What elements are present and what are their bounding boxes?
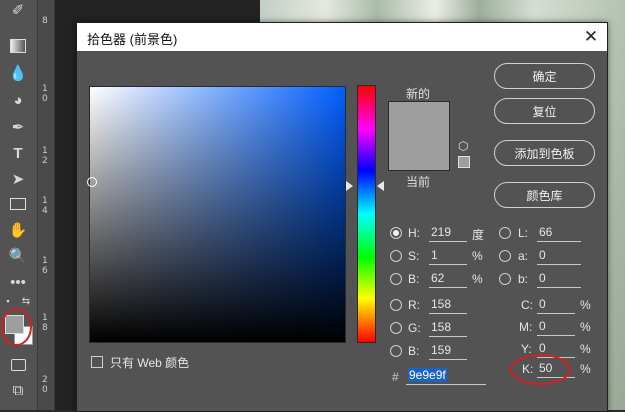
swap-colors-icon[interactable]: ⇆ xyxy=(20,296,32,307)
add-to-swatches-button[interactable]: 添加到色板 xyxy=(494,140,595,166)
web-safe-swatch-icon[interactable] xyxy=(458,156,470,168)
radio-a[interactable] xyxy=(499,250,511,262)
label-s: S: xyxy=(408,249,420,263)
unit-b: % xyxy=(472,272,483,286)
label-l: L: xyxy=(518,226,529,240)
radio-r[interactable] xyxy=(390,299,402,311)
unit-y: % xyxy=(580,342,591,356)
input-b[interactable]: 62 xyxy=(429,271,467,288)
hue-slider[interactable] xyxy=(357,85,376,343)
current-color-swatch[interactable] xyxy=(389,136,449,170)
ruler-number: 1 4 xyxy=(42,196,48,216)
unit-s: % xyxy=(472,249,483,263)
radio-b-lab[interactable] xyxy=(499,273,511,285)
label-g: G: xyxy=(408,321,421,335)
ruler-number: 1 0 xyxy=(42,84,48,104)
path-selection-tool-icon[interactable]: ➤ xyxy=(6,169,30,189)
input-c[interactable]: 0 xyxy=(537,297,575,314)
annotation-circle-foreground xyxy=(1,308,32,346)
only-web-colors-label: 只有 Web 颜色 xyxy=(110,356,190,370)
unit-c: % xyxy=(580,298,591,312)
tools-panel: ✐ 💧 ◕ ✒ T ➤ ✋ 🔍 ••• ▪ ⇆ ⧉ xyxy=(0,0,38,410)
dialog-titlebar[interactable]: 拾色器 (前景色) ✕ xyxy=(77,23,607,51)
input-m[interactable]: 0 xyxy=(537,319,575,336)
annotation-circle-k xyxy=(510,354,571,385)
hex-input[interactable]: 9e9e9f xyxy=(406,368,486,385)
input-g[interactable]: 158 xyxy=(429,320,467,337)
zoom-tool-icon[interactable]: 🔍 xyxy=(6,246,30,266)
ruler-number: 1 2 xyxy=(42,146,48,166)
quick-mask-icon[interactable] xyxy=(6,355,30,375)
pen-tool-icon[interactable]: ✒ xyxy=(6,117,30,137)
input-h[interactable]: 219 xyxy=(429,225,467,242)
reset-button[interactable]: 复位 xyxy=(494,98,595,124)
ruler-number: 2 0 xyxy=(42,375,48,395)
input-r[interactable]: 158 xyxy=(429,297,467,314)
color-field[interactable] xyxy=(89,86,346,343)
input-b-rgb[interactable]: 159 xyxy=(429,343,467,360)
hand-tool-icon[interactable]: ✋ xyxy=(6,220,30,240)
more-tools-icon[interactable]: ••• xyxy=(6,272,30,292)
only-web-colors-checkbox[interactable] xyxy=(91,356,103,368)
radio-l[interactable] xyxy=(499,227,511,239)
ruler-number: 1 8 xyxy=(42,313,48,333)
hex-label: # xyxy=(392,370,399,384)
gradient-tool-icon[interactable] xyxy=(6,36,30,56)
rectangle-tool-icon[interactable] xyxy=(6,194,30,214)
label-h: H: xyxy=(408,226,420,240)
unit-m: % xyxy=(580,320,591,334)
radio-h[interactable] xyxy=(390,227,402,239)
hue-slider-right-arrow[interactable] xyxy=(377,181,384,191)
label-b-lab: b: xyxy=(518,272,529,286)
input-s[interactable]: 1 xyxy=(429,248,467,265)
unit-h: 度 xyxy=(472,228,485,242)
screen-mode-icon[interactable]: ⧉ xyxy=(6,380,30,400)
label-b: B: xyxy=(408,272,420,286)
current-color-label: 当前 xyxy=(406,175,431,189)
color-field-cursor[interactable] xyxy=(87,177,97,187)
input-b-lab[interactable]: 0 xyxy=(537,271,581,288)
eraser-tool-icon[interactable]: ✐ xyxy=(6,0,30,20)
out-of-gamut-cube-icon[interactable]: ⬡ xyxy=(458,140,470,152)
label-r: R: xyxy=(408,298,420,312)
label-c: C: xyxy=(521,298,533,312)
radio-b[interactable] xyxy=(390,273,402,285)
color-picker-dialog: 拾色器 (前景色) ✕ 新的 当前 ⬡ 确定 复位 添加到色板 颜色库 H: 2… xyxy=(76,22,608,412)
ruler-number: 1 6 xyxy=(42,256,48,276)
dodge-tool-icon[interactable]: ◕ xyxy=(6,90,30,110)
vertical-ruler: 8 1 0 1 2 1 4 1 6 1 8 2 0 xyxy=(38,0,55,410)
dialog-title: 拾色器 (前景色) xyxy=(87,32,178,47)
hex-value: 9e9e9f xyxy=(408,368,447,382)
close-icon[interactable]: ✕ xyxy=(580,26,602,48)
color-preview xyxy=(388,101,450,171)
unit-k: % xyxy=(580,362,591,376)
radio-s[interactable] xyxy=(390,250,402,262)
type-tool-icon[interactable]: T xyxy=(6,143,30,163)
default-colors-icon[interactable]: ▪ xyxy=(2,296,14,306)
color-libraries-button[interactable]: 颜色库 xyxy=(494,182,595,208)
hue-slider-left-arrow[interactable] xyxy=(346,181,353,191)
new-color-label: 新的 xyxy=(406,87,431,101)
label-m: M: xyxy=(519,320,533,334)
radio-b-rgb[interactable] xyxy=(390,345,402,357)
input-a[interactable]: 0 xyxy=(537,248,581,265)
label-a: a: xyxy=(518,249,529,263)
input-l[interactable]: 66 xyxy=(537,225,581,242)
ok-button[interactable]: 确定 xyxy=(494,63,595,89)
radio-g[interactable] xyxy=(390,322,402,334)
label-b-rgb: B: xyxy=(408,344,420,358)
blur-tool-icon[interactable]: 💧 xyxy=(6,63,30,83)
ruler-number: 8 xyxy=(42,16,48,26)
new-color-swatch xyxy=(389,102,449,136)
